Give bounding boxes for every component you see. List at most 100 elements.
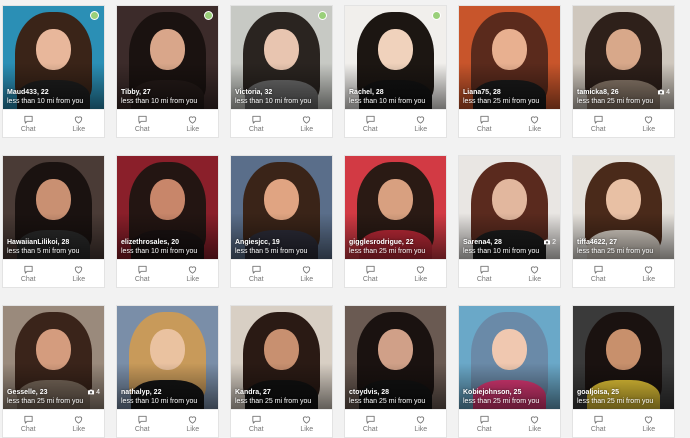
profile-photo[interactable]: Angiesjcc, 19 less than 5 mi from you	[231, 156, 332, 259]
chat-button[interactable]: Chat	[117, 110, 168, 137]
profile-name-age[interactable]: Liana75, 28	[463, 88, 556, 97]
like-button[interactable]: Like	[396, 410, 447, 437]
like-label: Like	[72, 276, 86, 283]
like-button[interactable]: Like	[282, 410, 333, 437]
like-button[interactable]: Like	[54, 110, 105, 137]
profile-name-age[interactable]: Kobiejohnson, 25	[463, 388, 556, 397]
chat-button[interactable]: Chat	[3, 260, 54, 287]
chat-label: Chat	[362, 126, 378, 133]
like-button[interactable]: Like	[510, 260, 561, 287]
chat-button[interactable]: Chat	[573, 260, 624, 287]
profile-card[interactable]: nathalyp, 22 less than 10 mi from you Chat…	[116, 305, 219, 438]
like-button[interactable]: Like	[510, 110, 561, 137]
heart-outline-icon	[75, 266, 83, 274]
chat-button[interactable]: Chat	[573, 110, 624, 137]
like-button[interactable]: Like	[510, 410, 561, 437]
profile-name-age[interactable]: Gesselle, 23	[7, 388, 100, 397]
like-button[interactable]: Like	[54, 410, 105, 437]
profile-card[interactable]: Liana75, 28 less than 25 mi from you Chat L…	[458, 5, 561, 138]
profile-name-age[interactable]: tiffa4622, 27	[577, 238, 670, 247]
like-button[interactable]: Like	[168, 410, 219, 437]
profile-name-age[interactable]: Maud433, 22	[7, 88, 100, 97]
like-button[interactable]: Like	[396, 110, 447, 137]
profile-card[interactable]: 2 Sarena4, 28 less than 10 mi from you Chat…	[458, 155, 561, 288]
like-button[interactable]: Like	[624, 410, 675, 437]
like-label: Like	[300, 276, 314, 283]
profile-name-age[interactable]: Angiesjcc, 19	[235, 238, 328, 247]
chat-button[interactable]: Chat	[117, 410, 168, 437]
profile-name-age[interactable]: tamicka8, 26	[577, 88, 670, 97]
like-button[interactable]: Like	[396, 260, 447, 287]
chat-button[interactable]: Chat	[117, 260, 168, 287]
profile-card[interactable]: tiffa4622, 27 less than 25 mi from you Cha…	[572, 155, 675, 288]
chat-button[interactable]: Chat	[231, 410, 282, 437]
profile-photo[interactable]: Victoria, 32 less than 10 mi from you	[231, 6, 332, 109]
profile-photo[interactable]: 4 Gesselle, 23 less than 25 mi from you	[3, 306, 104, 409]
profile-name-age[interactable]: nathalyp, 22	[121, 388, 214, 397]
chat-button[interactable]: Chat	[345, 260, 396, 287]
profile-card[interactable]: 4 Gesselle, 23 less than 25 mi from you Cha…	[2, 305, 105, 438]
profile-photo[interactable]: ctoydvis, 28 less than 25 mi from you	[345, 306, 446, 409]
profile-name-age[interactable]: ctoydvis, 28	[349, 388, 442, 397]
profile-name-age[interactable]: elizethrosales, 20	[121, 238, 214, 247]
profile-card[interactable]: Angiesjcc, 19 less than 5 mi from you Chat…	[230, 155, 333, 288]
chat-button[interactable]: Chat	[3, 110, 54, 137]
profile-card[interactable]: Kobiejohnson, 25 less than 25 mi from you…	[458, 305, 561, 438]
like-button[interactable]: Like	[282, 260, 333, 287]
profile-card[interactable]: Kandra, 27 less than 25 mi from you Chat Li…	[230, 305, 333, 438]
profile-card[interactable]: gigglesrodrigue, 22 less than 25 mi from …	[344, 155, 447, 288]
profile-card[interactable]: goaljoisa, 25 less than 25 mi from you Cha…	[572, 305, 675, 438]
speech-bubble-icon	[594, 115, 603, 124]
chat-button[interactable]: Chat	[459, 110, 510, 137]
profile-name-age[interactable]: Kandra, 27	[235, 388, 328, 397]
profile-name-age[interactable]: HawaiianLilikoi, 28	[7, 238, 100, 247]
profile-name-age[interactable]: Victoria, 32	[235, 88, 328, 97]
profile-card[interactable]: Victoria, 32 less than 10 mi from you Chat…	[230, 5, 333, 138]
profile-photo[interactable]: goaljoisa, 25 less than 25 mi from you	[573, 306, 674, 409]
chat-button[interactable]: Chat	[345, 410, 396, 437]
profile-photo[interactable]: Tibby, 27 less than 10 mi from you	[117, 6, 218, 109]
card-actions: Chat Like	[573, 409, 674, 437]
like-button[interactable]: Like	[624, 110, 675, 137]
chat-button[interactable]: Chat	[3, 410, 54, 437]
like-label: Like	[72, 426, 86, 433]
profile-name-age[interactable]: Sarena4, 28	[463, 238, 556, 247]
profile-photo[interactable]: 2 Sarena4, 28 less than 10 mi from you	[459, 156, 560, 259]
chat-button[interactable]: Chat	[573, 410, 624, 437]
chat-button[interactable]: Chat	[345, 110, 396, 137]
profile-photo[interactable]: nathalyp, 22 less than 10 mi from you	[117, 306, 218, 409]
profile-card[interactable]: elizethrosales, 20 less than 10 mi from y…	[116, 155, 219, 288]
profile-card[interactable]: ctoydvis, 28 less than 25 mi from you Chat…	[344, 305, 447, 438]
profile-photo[interactable]: gigglesrodrigue, 22 less than 25 mi from …	[345, 156, 446, 259]
profile-card[interactable]: HawaiianLilikoi, 28 less than 5 mi from y…	[2, 155, 105, 288]
profile-photo[interactable]: 4 tamicka8, 26 less than 25 mi from you	[573, 6, 674, 109]
like-label: Like	[300, 126, 314, 133]
chat-button[interactable]: Chat	[231, 260, 282, 287]
like-button[interactable]: Like	[168, 260, 219, 287]
profile-photo[interactable]: Rachel, 28 less than 10 mi from you	[345, 6, 446, 109]
profile-photo[interactable]: Liana75, 28 less than 25 mi from you	[459, 6, 560, 109]
like-button[interactable]: Like	[624, 260, 675, 287]
profile-photo[interactable]: Kandra, 27 less than 25 mi from you	[231, 306, 332, 409]
chat-button[interactable]: Chat	[459, 260, 510, 287]
profile-photo[interactable]: elizethrosales, 20 less than 10 mi from y…	[117, 156, 218, 259]
profile-photo[interactable]: Maud433, 22 less than 10 mi from you	[3, 6, 104, 109]
profile-name-age[interactable]: Tibby, 27	[121, 88, 214, 97]
chat-label: Chat	[590, 426, 606, 433]
profile-name-age[interactable]: goaljoisa, 25	[577, 388, 670, 397]
chat-button[interactable]: Chat	[459, 410, 510, 437]
profile-card[interactable]: Maud433, 22 less than 10 mi from you Chat L…	[2, 5, 105, 138]
card-actions: Chat Like	[117, 109, 218, 137]
profile-photo[interactable]: Kobiejohnson, 25 less than 25 mi from you	[459, 306, 560, 409]
profile-name-age[interactable]: Rachel, 28	[349, 88, 442, 97]
profile-card[interactable]: 4 tamicka8, 26 less than 25 mi from you Cha…	[572, 5, 675, 138]
profile-card[interactable]: Tibby, 27 less than 10 mi from you Chat Lik…	[116, 5, 219, 138]
like-button[interactable]: Like	[168, 110, 219, 137]
like-button[interactable]: Like	[54, 260, 105, 287]
chat-button[interactable]: Chat	[231, 110, 282, 137]
profile-name-age[interactable]: gigglesrodrigue, 22	[349, 238, 442, 247]
like-button[interactable]: Like	[282, 110, 333, 137]
profile-photo[interactable]: HawaiianLilikoi, 28 less than 5 mi from y…	[3, 156, 104, 259]
profile-card[interactable]: Rachel, 28 less than 10 mi from you Chat Li…	[344, 5, 447, 138]
profile-photo[interactable]: tiffa4622, 27 less than 25 mi from you	[573, 156, 674, 259]
